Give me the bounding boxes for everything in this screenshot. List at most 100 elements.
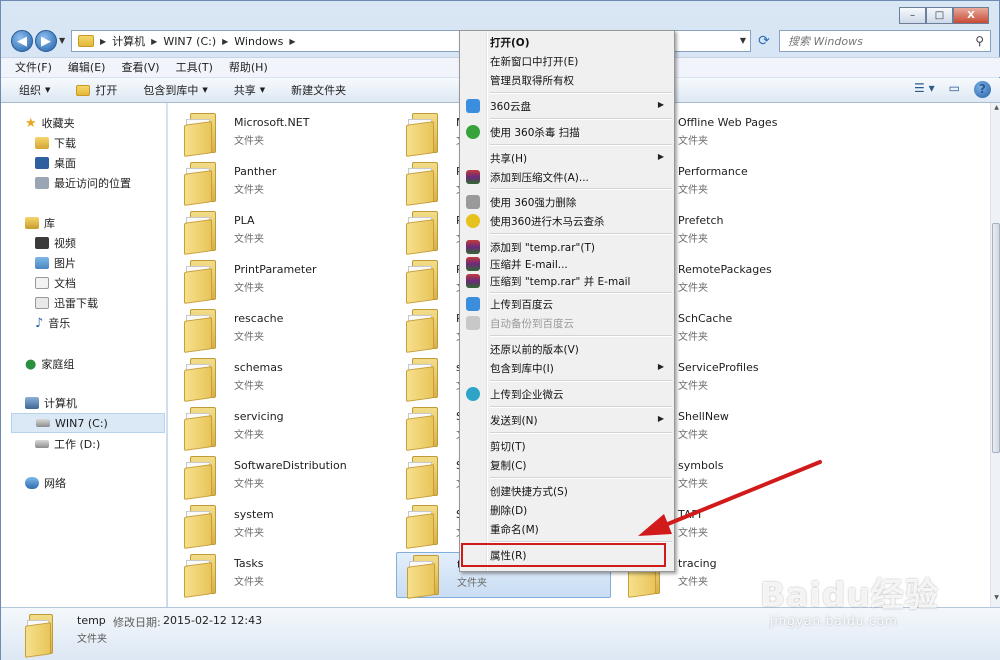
menu-edit[interactable]: 编辑(E) (68, 58, 106, 77)
menu-item-upload-baidu[interactable]: 上传到百度云 (462, 294, 672, 313)
menu-view[interactable]: 查看(V) (121, 58, 159, 77)
arrow-head (638, 514, 672, 536)
nav-favorites[interactable]: ★ 收藏夹 (25, 113, 189, 133)
include-library-button[interactable]: 包含到库中 ▼ (143, 82, 207, 98)
folder-icon (406, 309, 442, 353)
breadcrumb-computer[interactable]: 计算机 (112, 33, 145, 49)
winrar-icon (466, 274, 480, 288)
scroll-up-icon[interactable]: ▲ (992, 104, 1000, 116)
menu-item-add-archive[interactable]: 添加到压缩文件(A)... (462, 167, 672, 186)
maximize-button[interactable]: □ (926, 7, 953, 24)
nav-libraries[interactable]: 库 (25, 213, 189, 233)
back-button[interactable]: ◀ (11, 30, 33, 52)
share-button[interactable]: 共享 ▼ (234, 82, 265, 98)
folder-tile[interactable]: PLA 文件夹 (174, 209, 389, 255)
download-folder-icon (35, 137, 49, 149)
search-input[interactable] (780, 31, 960, 51)
search-box[interactable]: ⚲ (779, 30, 991, 52)
menu-item-label: 包含到库中(I) (490, 363, 554, 375)
drive-icon (36, 419, 50, 427)
search-icon[interactable]: ⚲ (975, 34, 984, 48)
menu-item-360-scan[interactable]: 使用 360杀毒 扫描 (462, 122, 672, 141)
menu-separator (490, 118, 672, 120)
menu-item-restore-previous[interactable]: 还原以前的版本(V) (462, 339, 672, 358)
nav-label: 下载 (54, 137, 76, 150)
scrollbar-thumb[interactable] (992, 223, 1000, 453)
folder-tile[interactable]: rescache 文件夹 (174, 307, 389, 353)
recent-pages-dropdown-icon[interactable]: ▼ (59, 36, 65, 45)
chevron-right-icon[interactable]: ▶ (100, 37, 106, 46)
folder-name: Microsoft.NET (234, 116, 310, 129)
title-bar: – □ X (1, 1, 1000, 25)
folder-tile[interactable]: system 文件夹 (174, 503, 389, 549)
folder-name: Offline Web Pages (678, 116, 778, 129)
menu-separator (490, 92, 672, 94)
menu-item-label: 上传到企业微云 (490, 389, 564, 401)
folder-tile[interactable]: SoftwareDistribution 文件夹 (174, 454, 389, 500)
nav-network[interactable]: 网络 (25, 473, 189, 493)
view-options-icon[interactable]: ☰ ▾ (914, 81, 935, 98)
menu-item-label: 删除(D) (490, 505, 528, 517)
breadcrumb-windows[interactable]: Windows (234, 35, 283, 48)
menu-item-compress-temp-email[interactable]: 压缩到 "temp.rar" 并 E-mail (462, 271, 672, 290)
menu-item-send-to[interactable]: 发送到(N) ▶ (462, 410, 672, 429)
folder-type: 文件夹 (234, 577, 264, 588)
nav-label: 文档 (54, 277, 76, 290)
nav-label: 网络 (44, 477, 66, 490)
share-label: 共享 (233, 84, 256, 97)
menu-tools[interactable]: 工具(T) (176, 58, 213, 77)
menu-item-360-cloud[interactable]: 360云盘 ▶ (462, 96, 672, 115)
new-folder-button[interactable]: 新建文件夹 (291, 82, 346, 98)
folder-tile[interactable]: PrintParameter 文件夹 (174, 258, 389, 304)
menu-item-upload-enterprise[interactable]: 上传到企业微云 (462, 384, 672, 403)
menu-item-include-library[interactable]: 包含到库中(I) ▶ (462, 358, 672, 377)
refresh-icon[interactable]: ⟳ (755, 31, 773, 51)
menu-item-open[interactable]: 打开(O) (462, 32, 672, 51)
menu-separator (490, 233, 672, 235)
open-folder-icon (76, 84, 91, 96)
nav-label: 库 (44, 217, 55, 230)
menu-item-label: 使用 360强力删除 (490, 197, 577, 209)
menu-item-take-ownership[interactable]: 管理员取得所有权 (462, 70, 672, 89)
folder-tile[interactable]: Tasks 文件夹 (174, 552, 389, 598)
folder-tile[interactable]: Panther 文件夹 (174, 160, 389, 206)
menu-item-label: 重命名(M) (490, 524, 539, 536)
menu-help[interactable]: 帮助(H) (229, 58, 268, 77)
minimize-button[interactable]: – (899, 7, 926, 24)
folder-icon (406, 358, 442, 402)
forward-button[interactable]: ▶ (35, 30, 57, 52)
nav-label: 家庭组 (41, 358, 75, 371)
scroll-down-icon[interactable]: ▼ (992, 594, 1000, 606)
folder-tile[interactable]: servicing 文件夹 (174, 405, 389, 451)
close-button[interactable]: X (953, 7, 989, 24)
organize-button[interactable]: 组织 ▼ (19, 82, 50, 98)
chevron-right-icon[interactable]: ▶ (151, 37, 157, 46)
folder-tile[interactable]: Microsoft.NET 文件夹 (174, 111, 389, 157)
preview-pane-icon[interactable]: ▭ (949, 81, 960, 98)
chevron-right-icon[interactable]: ▶ (289, 37, 295, 46)
document-icon (35, 277, 49, 289)
folder-type: 文件夹 (234, 332, 264, 343)
help-icon[interactable]: ? (974, 81, 991, 98)
network-icon (25, 477, 39, 489)
vertical-scrollbar[interactable]: ▲ ▼ (990, 103, 1000, 607)
nav-drive-c[interactable]: WIN7 (C:) (11, 413, 165, 433)
open-button[interactable]: 打开 (76, 82, 117, 98)
folder-tile[interactable]: schemas 文件夹 (174, 356, 389, 402)
breadcrumb-drive-c[interactable]: WIN7 (C:) (163, 35, 216, 48)
chevron-right-icon[interactable]: ▶ (222, 37, 228, 46)
menu-item-open-new-window[interactable]: 在新窗口中打开(E) (462, 51, 672, 70)
address-dropdown-icon[interactable]: ▼ (740, 36, 746, 45)
nav-computer[interactable]: 计算机 (25, 393, 189, 413)
folder-icon (406, 456, 442, 500)
folder-name: PrintParameter (234, 263, 317, 276)
nav-label: 计算机 (44, 397, 77, 410)
menu-item-trojan-scan[interactable]: 使用360进行木马云查杀 (462, 211, 672, 230)
nav-homegroup[interactable]: ● 家庭组 (25, 354, 189, 374)
menu-item-share[interactable]: 共享(H) ▶ (462, 148, 672, 167)
menu-item-force-delete[interactable]: 使用 360强力删除 (462, 192, 672, 211)
folder-name: PLA (234, 214, 255, 227)
folder-type: 文件夹 (678, 283, 708, 294)
menu-file[interactable]: 文件(F) (15, 58, 52, 77)
folder-type: 文件夹 (234, 528, 264, 539)
